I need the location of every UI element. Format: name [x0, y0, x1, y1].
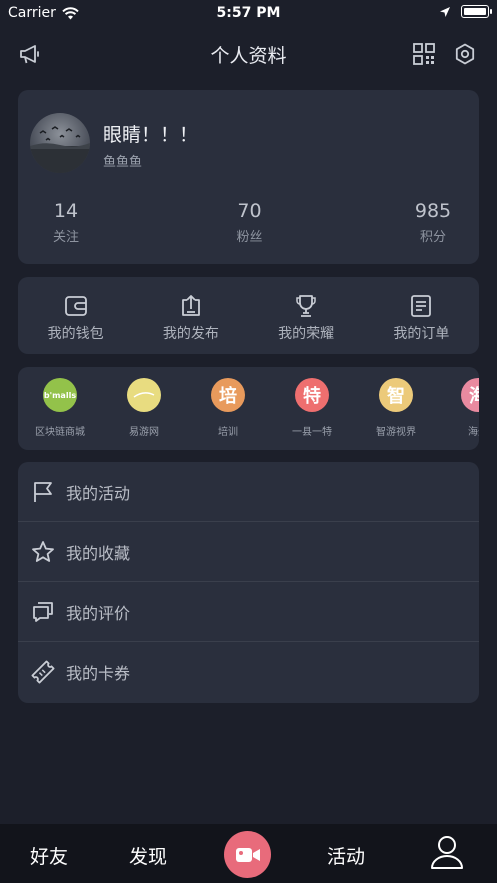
- trophy-icon: [296, 295, 316, 317]
- comment-icon: [33, 601, 53, 622]
- user-subtitle: 鱼鱼鱼: [103, 155, 143, 170]
- partner-logo: 特: [295, 378, 329, 412]
- ticket-icon-wrap: [29, 660, 57, 684]
- upload-icon: [181, 295, 200, 316]
- avatar-image: [30, 126, 90, 173]
- stat-label: 积分: [419, 230, 446, 245]
- shortcut-orders[interactable]: 我的订单: [364, 277, 479, 354]
- stat-label: 关注: [52, 230, 79, 245]
- tab-activity[interactable]: 活动: [327, 842, 365, 869]
- partner-county-specialty[interactable]: 特 一县一特: [272, 378, 352, 438]
- shortcut-posts[interactable]: 我的发布: [133, 277, 248, 354]
- status-right: [439, 5, 492, 18]
- status-bar: Carrier 5:57 PM: [0, 0, 497, 26]
- stat-value: 985: [414, 200, 452, 222]
- stat-label: 粉丝: [236, 230, 263, 245]
- partner-logo-text: 智: [387, 386, 405, 407]
- shortcut-label: 我的钱包: [47, 326, 104, 342]
- tab-discover[interactable]: 发现: [129, 842, 167, 869]
- partner-logo: b'malls: [43, 378, 77, 412]
- comment-icon-wrap: [29, 600, 57, 624]
- settings-button[interactable]: [451, 40, 479, 68]
- partner-yiyou[interactable]: 易游网: [104, 378, 184, 438]
- star-icon: [32, 540, 54, 562]
- yiyou-logo-icon: [133, 392, 155, 398]
- partner-label: 智游视界: [376, 427, 416, 438]
- partner-label: 区块链商城: [35, 427, 85, 438]
- stat-points[interactable]: 985 积分: [409, 200, 457, 245]
- partner-logo-text: b'malls: [43, 390, 77, 400]
- status-time: 5:57 PM: [216, 5, 281, 21]
- shortcut-label: 我的发布: [162, 326, 219, 342]
- qr-code-icon: [413, 43, 435, 65]
- partner-label: 易游网: [129, 427, 159, 438]
- menu-item-favorites[interactable]: 我的收藏: [18, 522, 479, 582]
- flag-icon: [34, 481, 52, 502]
- location-arrow-icon: [440, 6, 450, 17]
- profile-card[interactable]: 眼睛！！！ 鱼鱼鱼 14 关注 70 粉丝 985 积分: [18, 90, 479, 264]
- partner-logo: 海: [461, 378, 479, 412]
- menu-item-reviews[interactable]: 我的评价: [18, 582, 479, 642]
- avatar[interactable]: [30, 113, 90, 173]
- partner-zhiyou[interactable]: 智 智游视界: [356, 378, 436, 438]
- order-icon: [411, 295, 432, 317]
- settings-icon: [455, 43, 475, 65]
- record-video-button[interactable]: [224, 831, 271, 878]
- partner-logo: 培: [211, 378, 245, 412]
- shortcut-wallet[interactable]: 我的钱包: [18, 277, 133, 354]
- tab-profile[interactable]: [430, 834, 464, 874]
- partner-logo-text: 特: [303, 386, 321, 407]
- ticket-icon: [31, 660, 55, 684]
- partner-logo: 智: [379, 378, 413, 412]
- wallet-icon: [64, 296, 87, 316]
- user-name: 眼睛！！！: [103, 124, 199, 146]
- shortcut-label: 我的订单: [393, 326, 450, 342]
- star-icon-wrap: [29, 540, 57, 564]
- partners-card: b'malls 区块链商城 易游网 培 培训 特 一县一特 智 智游视界 海 海…: [18, 367, 479, 450]
- shortcut-label: 我的荣耀: [278, 326, 335, 342]
- menu-item-label: 我的活动: [66, 483, 131, 503]
- stats-row: 14 关注 70 粉丝 985 积分: [18, 200, 479, 245]
- tab-friends[interactable]: 好友: [30, 842, 68, 869]
- partner-logo: [127, 378, 161, 412]
- partner-training[interactable]: 培 培训: [188, 378, 268, 438]
- menu-item-label: 我的卡券: [66, 664, 131, 683]
- stat-following[interactable]: 14 关注: [42, 200, 90, 245]
- partner-logo-text: 培: [219, 386, 237, 407]
- video-camera-icon: [235, 847, 260, 862]
- qr-code-button[interactable]: [410, 40, 438, 68]
- shortcut-honors[interactable]: 我的荣耀: [249, 277, 364, 354]
- stat-value: 14: [53, 200, 79, 222]
- flag-icon-wrap: [29, 481, 57, 503]
- partner-label: 海外: [468, 427, 479, 438]
- stat-followers[interactable]: 70 粉丝: [226, 200, 274, 245]
- menu-item-label: 我的收藏: [66, 543, 131, 563]
- partner-overseas[interactable]: 海 海外: [438, 378, 479, 438]
- partner-logo-text: 海: [469, 386, 479, 407]
- nav-bar: 个人资料: [0, 30, 497, 78]
- tab-bar: 好友 发现 活动: [0, 824, 497, 883]
- partner-label: 一县一特: [292, 427, 332, 438]
- stat-value: 70: [237, 200, 262, 222]
- menu-list: 我的活动 我的收藏 我的评价 我的卡券: [18, 462, 479, 703]
- menu-item-label: 我的评价: [66, 603, 131, 623]
- user-icon: [431, 836, 463, 869]
- battery-icon: [461, 5, 492, 18]
- menu-item-activities[interactable]: 我的活动: [18, 462, 479, 522]
- menu-item-coupons[interactable]: 我的卡券: [18, 642, 479, 702]
- shortcuts-card: 我的钱包 我的发布 我的荣耀 我的订单: [18, 277, 479, 354]
- partner-blockchain-mall[interactable]: b'malls 区块链商城: [20, 378, 100, 438]
- partner-label: 培训: [218, 427, 238, 438]
